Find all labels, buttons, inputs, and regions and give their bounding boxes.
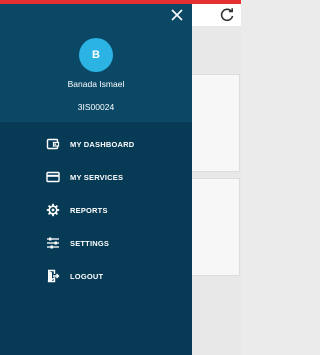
sliders-icon bbox=[47, 237, 59, 249]
user-id: 3IS00024 bbox=[77, 102, 115, 112]
menu-item-my-dashboard[interactable]: MY DASHBOARD bbox=[0, 128, 192, 161]
menu-item-label: LOGOUT bbox=[70, 272, 104, 281]
credit-card-icon bbox=[46, 171, 60, 183]
profile-header: B Banada Ismael 3IS00024 bbox=[0, 4, 192, 122]
close-icon[interactable] bbox=[170, 8, 184, 22]
wallet-icon bbox=[46, 138, 60, 150]
gear-icon bbox=[46, 203, 60, 217]
user-name: Banada Ismael bbox=[67, 79, 125, 89]
refresh-icon[interactable] bbox=[219, 7, 235, 23]
avatar[interactable]: B bbox=[79, 38, 113, 72]
logout-icon bbox=[47, 269, 60, 283]
menu-item-my-services[interactable]: MY SERVICES bbox=[0, 161, 192, 194]
drawer-menu: MY DASHBOARD MY SERVICES REPORTS SETTING… bbox=[0, 128, 192, 293]
menu-item-settings[interactable]: SETTINGS bbox=[0, 227, 192, 260]
menu-item-label: MY SERVICES bbox=[70, 173, 124, 182]
menu-item-label: MY DASHBOARD bbox=[70, 140, 135, 149]
menu-item-label: REPORTS bbox=[70, 206, 108, 215]
navigation-drawer: B Banada Ismael 3IS00024 MY DASHBOARD MY… bbox=[0, 0, 192, 355]
menu-item-reports[interactable]: REPORTS bbox=[0, 194, 192, 227]
menu-item-label: SETTINGS bbox=[70, 239, 110, 248]
menu-item-logout[interactable]: LOGOUT bbox=[0, 260, 192, 293]
